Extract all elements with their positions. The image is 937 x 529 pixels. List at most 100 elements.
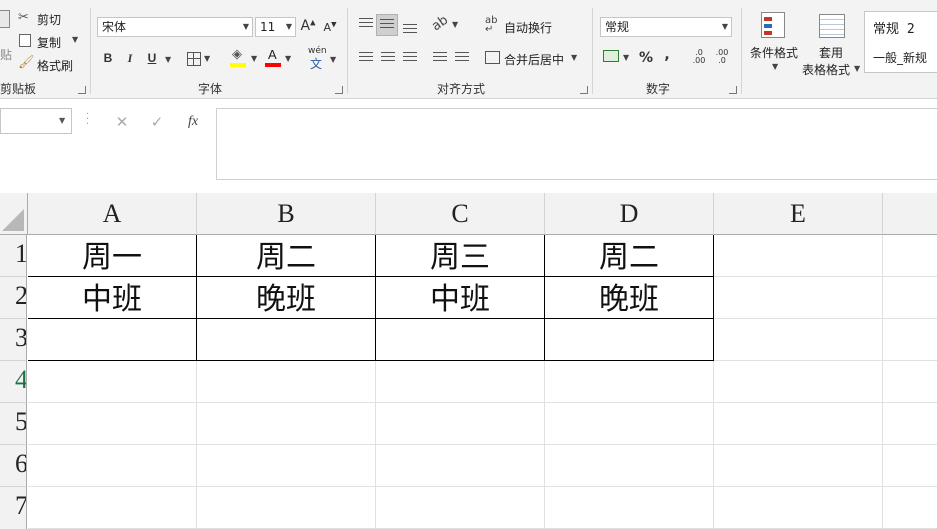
wrap-text-button[interactable]: ab ↵ 自动换行	[485, 16, 565, 36]
cell-style-item[interactable]: 常规 2	[873, 18, 915, 37]
column-header-b[interactable]: B	[197, 193, 376, 235]
row-header-1[interactable]: 1	[0, 235, 27, 277]
row-number: 3	[15, 323, 27, 352]
alignment-launcher-icon[interactable]	[580, 86, 588, 94]
chevron-down-icon: ▼	[204, 54, 211, 63]
row-header-6[interactable]: 6	[0, 445, 27, 487]
increase-decimal-button[interactable]: .0.00	[690, 49, 708, 65]
cut-button[interactable]: ✂ 剪切	[18, 10, 70, 28]
cell-b1[interactable]: 周二	[197, 235, 376, 277]
row-header-2[interactable]: 2	[0, 277, 27, 319]
insert-function-button[interactable]: fx	[184, 114, 202, 130]
align-top-icon[interactable]	[359, 18, 373, 30]
conditional-formatting-button[interactable]: 条件格式 ▼	[746, 10, 802, 74]
gridline	[544, 361, 545, 529]
cell-c1[interactable]: 周三	[376, 235, 545, 277]
align-right-icon[interactable]	[403, 52, 417, 64]
number-format-value: 常规	[605, 20, 630, 34]
format-as-table-label-1: 套用	[819, 46, 844, 60]
cell-c3[interactable]	[376, 319, 545, 361]
column-header-e[interactable]: E	[714, 193, 883, 235]
align-middle-button[interactable]	[376, 14, 398, 36]
chevron-down-icon: ▼	[772, 62, 779, 71]
cell-a2[interactable]: 中班	[28, 277, 197, 319]
decrease-font-size-button[interactable]: A▼	[322, 20, 338, 34]
confirm-entry-button[interactable]: ✓	[149, 113, 165, 131]
decrease-decimal-button[interactable]: .00.0	[713, 49, 731, 65]
paintbrush-icon: 🖌	[18, 55, 35, 70]
row-header-3[interactable]: 3	[0, 319, 27, 361]
chevron-down-icon[interactable]: ▼	[165, 55, 171, 64]
font-launcher-icon[interactable]	[335, 86, 343, 94]
font-size-select[interactable]: 11 ▼	[255, 17, 296, 37]
font-color-button[interactable]: A ▼	[265, 47, 295, 69]
row-number: 2	[15, 281, 27, 310]
align-center-icon[interactable]	[381, 52, 395, 64]
decrease-indent-icon[interactable]	[433, 52, 447, 64]
bold-button[interactable]: B	[100, 51, 116, 65]
row-number: 6	[15, 449, 27, 478]
row-header-7[interactable]: 7	[0, 487, 27, 529]
cell-a1[interactable]: 周一	[28, 235, 197, 277]
format-painter-button[interactable]: 🖌 格式刷	[18, 55, 78, 73]
chevron-down-icon[interactable]: ▼	[59, 116, 65, 125]
italic-button[interactable]: I	[122, 51, 138, 66]
comma-style-button[interactable]: ,	[661, 47, 673, 63]
conditional-formatting-icon	[761, 12, 785, 38]
increase-font-icon: A▲	[300, 18, 316, 34]
cancel-entry-button[interactable]: ✕	[114, 113, 130, 131]
fill-color-swatch	[230, 63, 246, 67]
row-header-5[interactable]: 5	[0, 403, 27, 445]
column-header-a[interactable]: A	[28, 193, 197, 235]
number-format-select[interactable]: 常规 ▼	[600, 17, 732, 37]
increase-font-size-button[interactable]: A▲	[300, 18, 316, 34]
paste-label: 粘贴	[0, 48, 13, 62]
font-group-label: 字体	[198, 82, 223, 96]
borders-button[interactable]: ▼	[187, 51, 215, 67]
select-all-triangle-icon	[2, 209, 24, 231]
paste-button[interactable]: 粘贴	[0, 6, 12, 62]
clipboard-launcher-icon[interactable]	[78, 86, 86, 94]
orientation-button[interactable]: ab ▼	[429, 12, 462, 35]
format-as-table-label-2: 表格格式	[802, 63, 851, 77]
number-launcher-icon[interactable]	[729, 86, 737, 94]
cell-style-item[interactable]: 一般_新规	[873, 49, 927, 66]
merge-center-button[interactable]: 合并后居中 ▼	[485, 48, 583, 68]
gridline	[196, 361, 197, 529]
column-header-d[interactable]: D	[545, 193, 714, 235]
cell-d3[interactable]	[545, 319, 714, 361]
column-header-c[interactable]: C	[376, 193, 545, 235]
cell-b2[interactable]: 晚班	[197, 277, 376, 319]
chevron-down-icon: ▼	[242, 22, 249, 31]
increase-indent-icon[interactable]	[455, 52, 469, 64]
paint-bucket-icon: ◈	[232, 47, 242, 62]
cell-d1[interactable]: 周二	[545, 235, 714, 277]
copy-button[interactable]: 复制 ▼	[18, 32, 80, 50]
cell-b3[interactable]	[197, 319, 376, 361]
gridline	[28, 486, 937, 487]
format-as-table-icon	[819, 14, 845, 38]
chevron-down-icon: ▼	[452, 20, 459, 29]
format-as-table-button[interactable]: 套用 表格格式 ▼	[800, 10, 862, 77]
chevron-down-icon: ▼	[854, 64, 861, 73]
formula-input[interactable]	[216, 108, 937, 180]
row-number: 7	[15, 491, 27, 520]
cell-c2[interactable]: 中班	[376, 277, 545, 319]
phonetic-guide-button[interactable]: wén 文 ▼	[306, 46, 340, 71]
orientation-icon: ab	[429, 12, 452, 35]
cell-d2[interactable]: 晚班	[545, 277, 714, 319]
wrap-text-label: 自动换行	[504, 21, 553, 35]
name-box[interactable]: ▼	[0, 108, 72, 134]
fill-color-button[interactable]: ◈ ▼	[230, 47, 260, 69]
select-all-button[interactable]	[0, 193, 28, 235]
group-divider	[741, 8, 742, 94]
percent-style-button[interactable]: %	[638, 50, 654, 66]
align-bottom-icon[interactable]	[403, 24, 417, 36]
row-header-4[interactable]: 4	[0, 361, 27, 403]
cell-a3[interactable]	[28, 319, 197, 361]
accounting-format-button[interactable]: ▼	[603, 50, 633, 68]
underline-button[interactable]: U	[144, 51, 160, 65]
font-name-select[interactable]: 宋体 ▼	[97, 17, 253, 37]
column-header-f[interactable]	[883, 193, 937, 235]
align-left-icon[interactable]	[359, 52, 373, 64]
